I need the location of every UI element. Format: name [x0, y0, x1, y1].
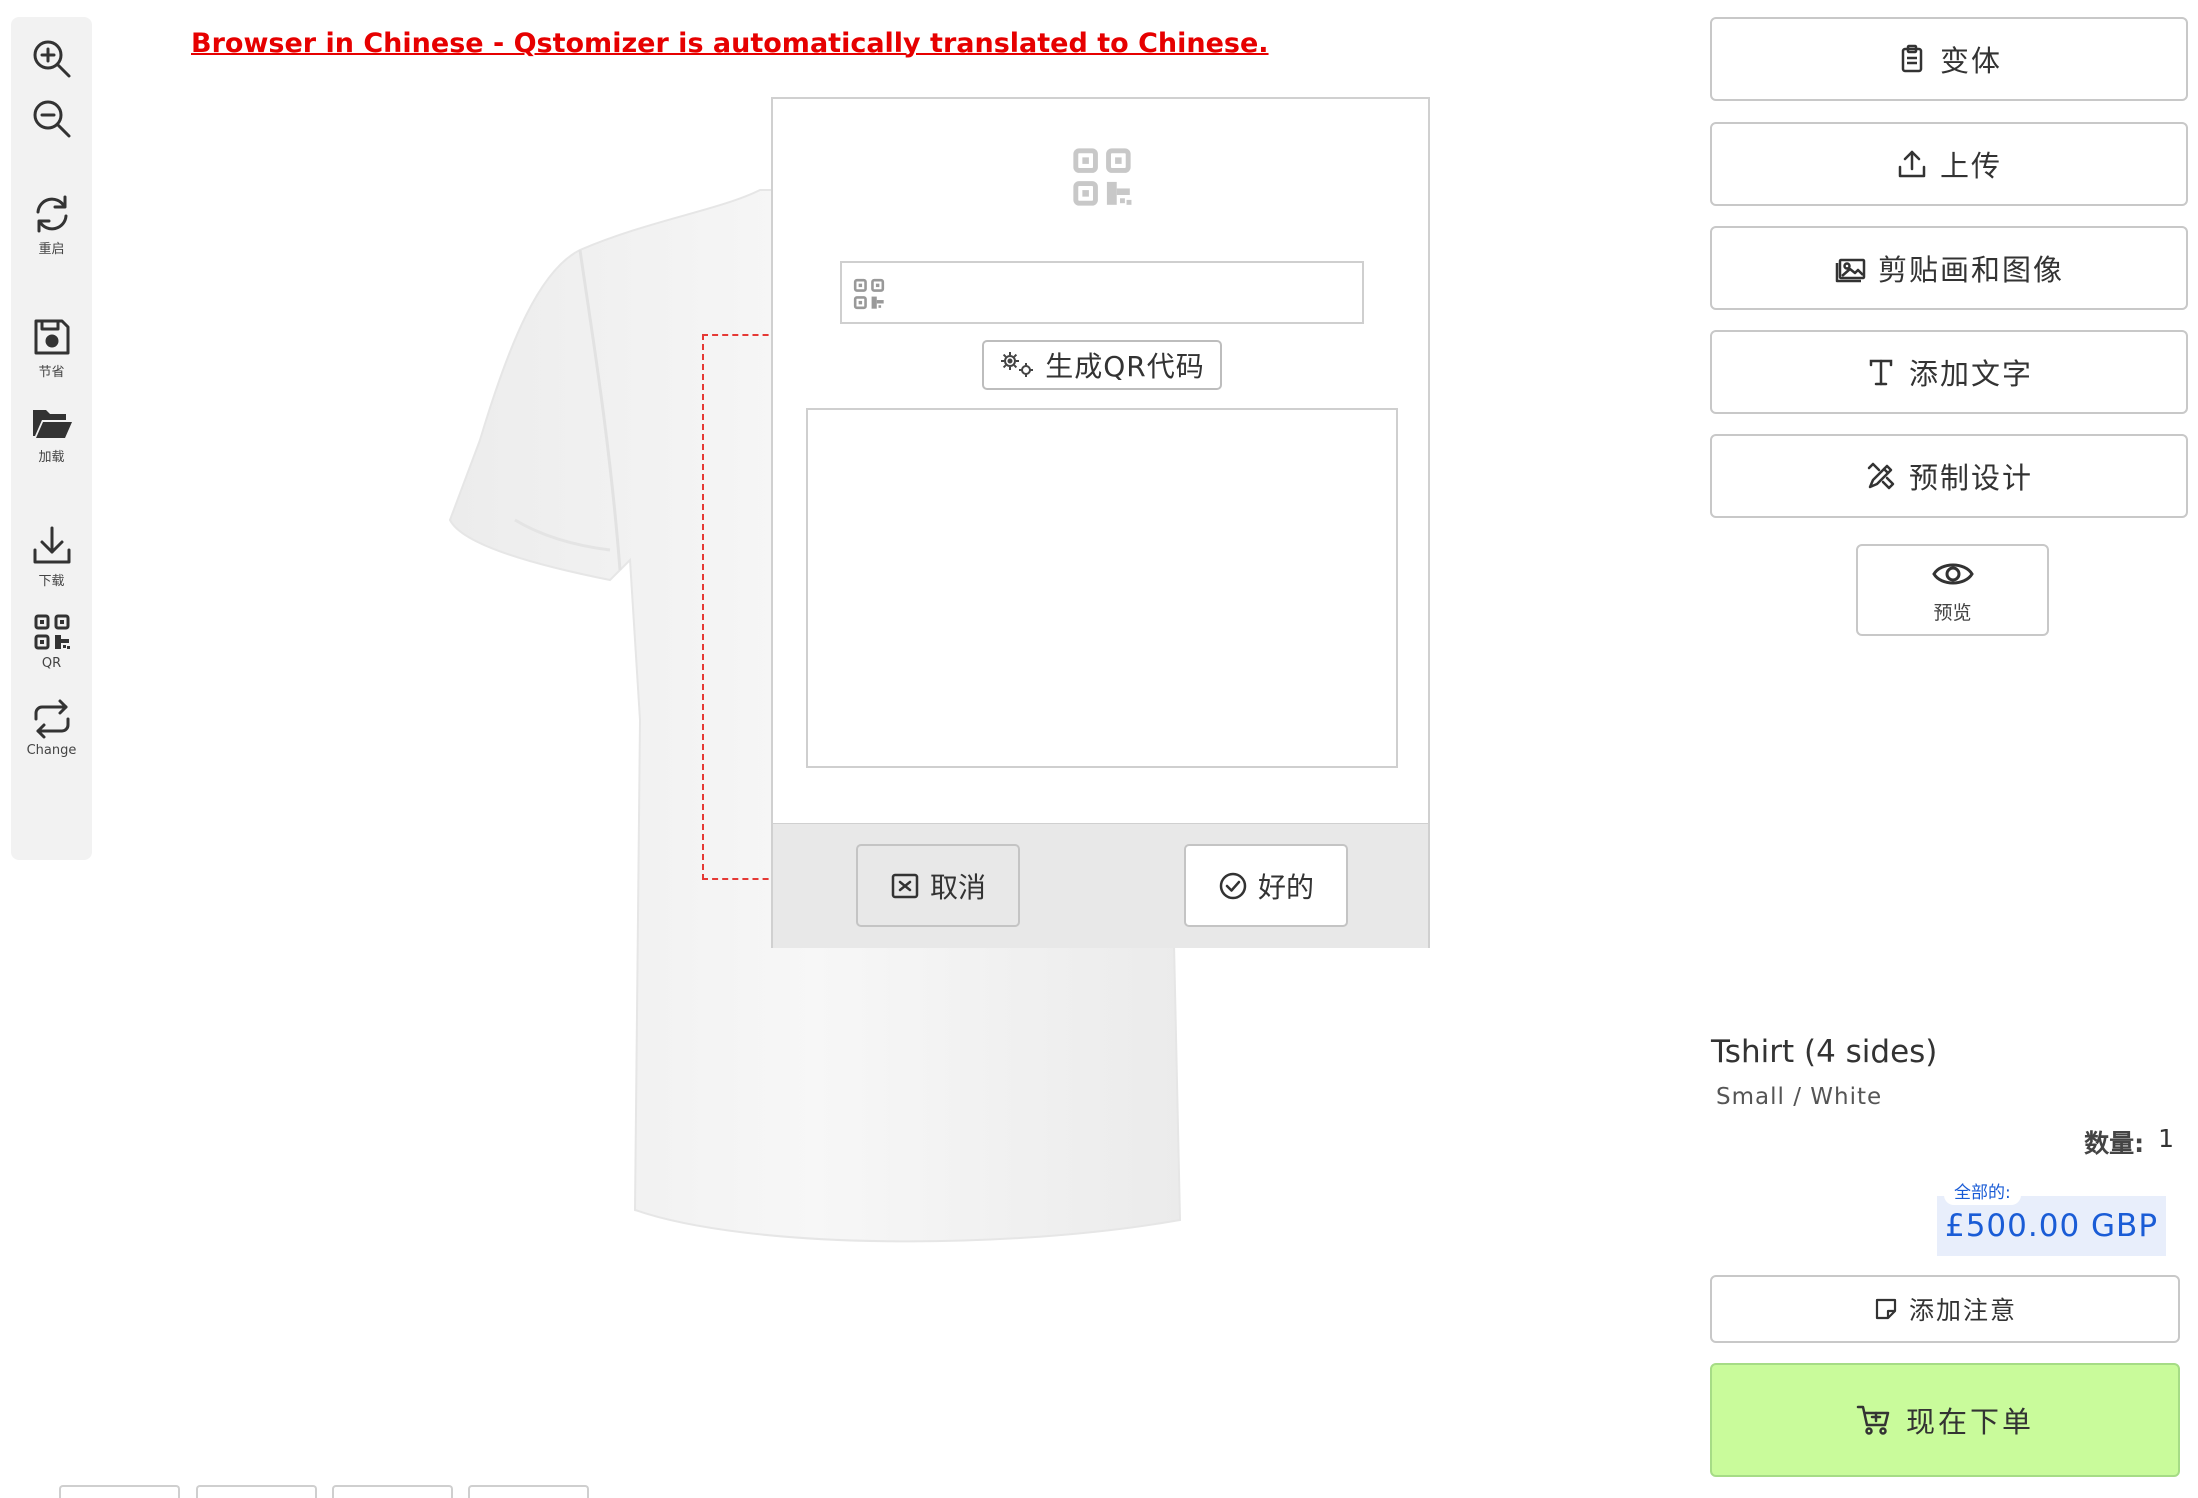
- left-toolbar: 重启 节省 加载 下载 QR Change: [11, 17, 92, 860]
- qr-icon: [34, 614, 70, 650]
- add-note-label: 添加注意: [1908, 1296, 2017, 1325]
- ok-button[interactable]: 好的: [1184, 844, 1348, 927]
- upload-label: 上传: [1939, 149, 2002, 183]
- total-price: £500.00 GBP: [1937, 1196, 2166, 1256]
- qr-label: QR: [41, 656, 62, 671]
- cancel-label: 取消: [929, 870, 986, 904]
- upload-button[interactable]: 上传: [1710, 122, 2188, 206]
- swap-icon: [34, 699, 69, 739]
- predesigned-label: 预制设计: [1908, 461, 2033, 495]
- change-button[interactable]: Change: [11, 697, 92, 758]
- add-text-button[interactable]: 添加文字: [1710, 330, 2188, 414]
- qr-dialog-footer: 取消 好的: [773, 823, 1428, 948]
- qr-text-field[interactable]: [840, 261, 1364, 324]
- clipart-images-label: 剪贴画和图像: [1877, 253, 2064, 287]
- qr-dialog: 生成QR代码 取消 好的: [771, 97, 1430, 948]
- save-icon: [34, 319, 69, 355]
- note-icon: [1875, 1298, 1897, 1320]
- clipboard-icon: [1901, 44, 1923, 73]
- order-now-button[interactable]: 现在下单: [1710, 1363, 2180, 1477]
- annotation-text: Browser in Chinese - Qstomizer is automa…: [191, 28, 1269, 59]
- ok-label: 好的: [1257, 870, 1314, 904]
- download-label: 下载: [38, 574, 65, 589]
- add-note-button[interactable]: 添加注意: [1710, 1275, 2180, 1343]
- cancel-button[interactable]: 取消: [856, 844, 1020, 927]
- image-icon: [1835, 258, 1866, 283]
- qr-icon: [853, 278, 885, 310]
- qr-dialog-body: 生成QR代码: [773, 99, 1428, 823]
- total-label: 全部的:: [1944, 1176, 2021, 1205]
- load-button[interactable]: 加载: [11, 400, 92, 465]
- save-label: 节省: [38, 365, 65, 380]
- zoom-in-button[interactable]: [11, 37, 92, 81]
- qr-button[interactable]: QR: [11, 610, 92, 671]
- clipart-images-button[interactable]: 剪贴画和图像: [1710, 226, 2188, 310]
- predesigned-button[interactable]: 预制设计: [1710, 434, 2188, 518]
- side-thumbnail[interactable]: [196, 1485, 317, 1498]
- quantity-display: 数量: 1: [2084, 1124, 2174, 1160]
- upload-icon: [1898, 150, 1926, 178]
- restart-label: 重启: [38, 242, 65, 257]
- order-now-label: 现在下单: [1905, 1405, 2034, 1439]
- product-title: Tshirt (4 sides): [1711, 1034, 1938, 1070]
- add-text-label: 添加文字: [1908, 357, 2033, 391]
- preview-label: 预览: [1933, 601, 1972, 624]
- restart-button[interactable]: 重启: [11, 192, 92, 257]
- download-icon: [33, 526, 70, 564]
- change-label: Change: [26, 743, 77, 758]
- quantity-value: 1: [2158, 1124, 2174, 1153]
- qr-icon: [1073, 148, 1132, 206]
- cart-add-icon: [1856, 1405, 1890, 1435]
- eye-icon: [1931, 563, 1974, 584]
- side-thumbnail[interactable]: [468, 1485, 589, 1498]
- save-button[interactable]: 节省: [11, 315, 92, 380]
- qr-text-input[interactable]: [898, 269, 1354, 316]
- refresh-icon: [36, 195, 67, 233]
- zoom-out-icon: [33, 100, 70, 138]
- text-icon: [1869, 359, 1893, 386]
- generate-qr-label: 生成QR代码: [1045, 350, 1205, 383]
- side-thumbnail[interactable]: [59, 1485, 180, 1498]
- design-tools-icon: [1867, 462, 1895, 490]
- quantity-label: 数量:: [2084, 1129, 2145, 1158]
- check-circle-icon: [1219, 872, 1247, 899]
- side-thumbnail[interactable]: [332, 1485, 453, 1498]
- product-variant: Small / White: [1716, 1084, 1883, 1110]
- load-label: 加载: [38, 450, 65, 465]
- gears-icon: [1001, 352, 1034, 377]
- folder-open-icon: [32, 410, 72, 438]
- close-box-icon: [891, 873, 919, 898]
- zoom-out-button[interactable]: [11, 97, 92, 141]
- qr-preview-area: [806, 408, 1398, 768]
- variants-label: 变体: [1939, 44, 2002, 78]
- generate-qr-button[interactable]: 生成QR代码: [982, 340, 1222, 390]
- download-button[interactable]: 下载: [11, 524, 92, 589]
- preview-button[interactable]: 预览: [1856, 544, 2049, 636]
- zoom-in-icon: [33, 40, 70, 78]
- variants-button[interactable]: 变体: [1710, 17, 2188, 101]
